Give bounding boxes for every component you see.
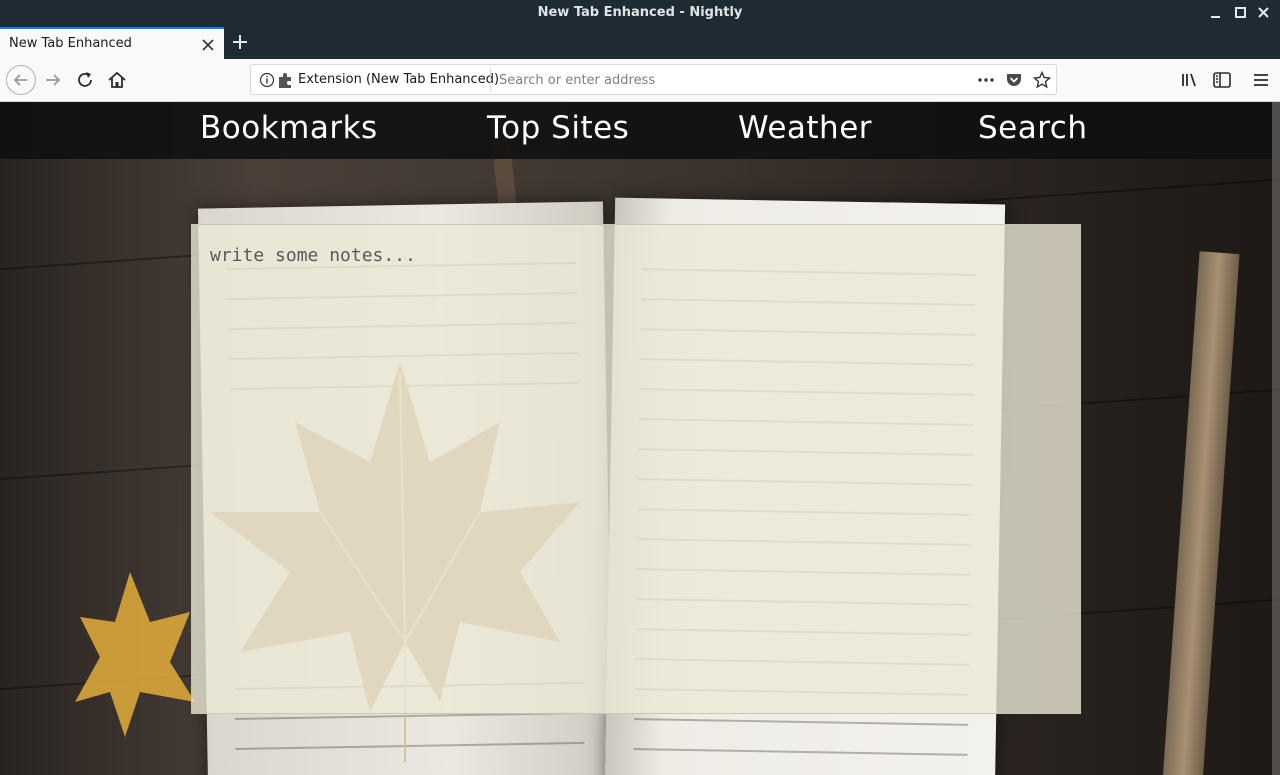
url-bar[interactable]: Extension (New Tab Enhanced) (250, 64, 1057, 95)
extension-icon (279, 73, 291, 88)
page-scrollbar[interactable] (1272, 102, 1280, 775)
address-input[interactable] (499, 71, 959, 89)
window-titlebar: New Tab Enhanced - Nightly (0, 0, 1280, 27)
new-tab-page: Bookmarks Top Sites Weather Search (0, 102, 1280, 775)
window-title: New Tab Enhanced - Nightly (537, 5, 743, 20)
hamburger-menu-icon[interactable] (1249, 68, 1273, 92)
tab-new-tab-enhanced[interactable]: New Tab Enhanced (0, 27, 224, 59)
urlbar-divider (490, 69, 491, 91)
yellow-leaf-image (75, 572, 195, 737)
identity-box[interactable] (259, 71, 299, 89)
info-icon (259, 72, 275, 88)
menu-bar: Bookmarks Top Sites Weather Search (0, 102, 1272, 159)
sidebar-icon[interactable] (1210, 68, 1234, 92)
home-icon[interactable] (105, 68, 129, 92)
tab-label: New Tab Enhanced (9, 36, 132, 51)
library-icon[interactable] (1178, 68, 1202, 92)
menu-item-search[interactable]: Search (978, 110, 1088, 146)
back-button[interactable] (6, 65, 36, 95)
notes-textarea[interactable] (191, 224, 1081, 714)
minimize-icon[interactable] (1208, 5, 1224, 21)
menu-item-weather[interactable]: Weather (738, 110, 872, 146)
new-tab-icon[interactable] (230, 32, 250, 52)
maximize-icon[interactable] (1233, 5, 1249, 21)
menu-item-bookmarks[interactable]: Bookmarks (200, 110, 378, 146)
back-icon (13, 74, 27, 86)
forward-icon[interactable] (41, 68, 65, 92)
pocket-icon[interactable] (1005, 71, 1023, 89)
menu-item-top-sites[interactable]: Top Sites (487, 110, 629, 146)
tab-strip: New Tab Enhanced (0, 27, 1280, 59)
close-window-icon[interactable] (1256, 5, 1272, 21)
bookmark-star-icon[interactable] (1032, 70, 1052, 89)
identity-label: Extension (New Tab Enhanced) (298, 72, 500, 87)
tab-close-icon[interactable] (201, 37, 215, 51)
reload-icon[interactable] (73, 68, 97, 92)
navigation-toolbar: Extension (New Tab Enhanced) (0, 59, 1280, 102)
page-actions-icon[interactable] (977, 71, 995, 89)
